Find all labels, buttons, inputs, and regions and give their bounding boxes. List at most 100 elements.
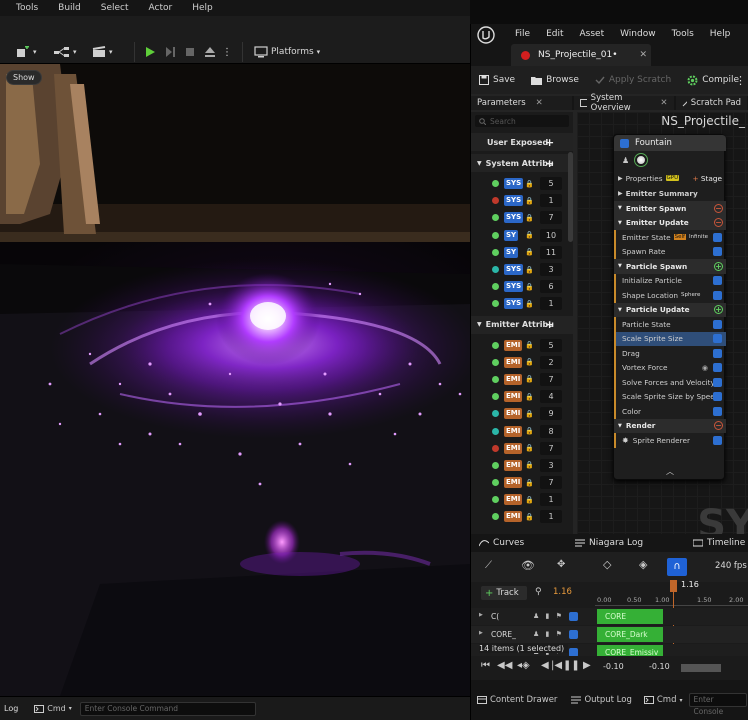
step-button[interactable] [164,43,176,61]
menu-actor[interactable]: Actor [149,3,173,13]
module-enabled-checkbox[interactable] [713,276,722,286]
module-enabled-checkbox[interactable] [713,334,722,344]
emitter-row[interactable]: EMI 🔒 5 [471,337,573,354]
module-enabled-checkbox[interactable] [713,247,722,257]
play-reverse-icon[interactable]: ◀ [541,660,549,671]
play-button[interactable] [144,43,156,61]
track-controls-icon[interactable]: ♟ ▮ ⚑ [533,612,564,620]
fps-selector[interactable]: 240 fps [715,561,747,571]
track-clip[interactable]: CORE [597,609,663,624]
compile-button[interactable]: Compile [687,75,739,86]
module-enabled-checkbox[interactable] [713,319,722,329]
keyframe-icon[interactable]: ◈ [639,558,647,571]
n-menu-asset[interactable]: Asset [580,29,605,39]
expand-icon[interactable]: ▶ [479,630,483,636]
parameters-search[interactable]: Search [475,115,569,127]
user-exposed-section[interactable]: User Exposed + [471,133,573,151]
properties-row[interactable]: ▶ Properties GPU + Stage [614,171,726,186]
blueprint-button[interactable]: ▾ [54,43,77,61]
level-viewport[interactable]: Show [0,64,470,696]
module-enabled-checkbox[interactable] [713,348,722,358]
close-icon[interactable]: ✕ [536,98,543,108]
stack-stage-header[interactable]: ▼ Particle Update + [614,302,726,317]
module-enabled-checkbox[interactable] [713,377,722,387]
system-row[interactable]: SYS 🔒 5 [471,175,573,192]
remove-icon[interactable]: − [714,203,723,213]
collapse-node-icon[interactable]: ︿ [614,463,726,479]
stack-module[interactable]: Emitter State Self Infinite [614,230,726,245]
n-menu-window[interactable]: Window [620,29,656,39]
emitter-row[interactable]: EMI 🔒 8 [471,422,573,439]
n-menu-file[interactable]: File [515,29,530,39]
tab-parameters[interactable]: Parameters ✕ [471,96,573,110]
play-options-button[interactable]: ⋮ [222,43,232,61]
module-enabled-checkbox[interactable] [713,290,722,300]
emitter-row[interactable]: EMI 🔒 7 [471,474,573,491]
menu-tools[interactable]: Tools [16,3,38,13]
remove-icon[interactable]: − [714,421,723,431]
stack-module[interactable]: Scale Sprite Size by Speed [614,389,726,404]
parameters-scrollbar[interactable] [568,152,573,242]
stack-module[interactable]: Color [614,404,726,419]
expand-icon[interactable]: ▶ [479,612,483,618]
n-console-input[interactable]: Enter Console [688,693,747,716]
system-row[interactable]: SYS 🔒 3 [471,261,573,278]
cmd-button[interactable]: Cmd ▾ [34,704,72,713]
track-controls-icon[interactable]: ♟ ▮ ⚑ [533,630,564,638]
add-stage-button[interactable]: + Stage [692,174,722,183]
system-row[interactable]: SYS 🔒 1 [471,192,573,209]
n-cmd-button[interactable]: Cmd ▾ [643,695,683,705]
system-overview-graph[interactable]: NS_Projectile_ SY Fountain ♟ ▶ Propertie… [577,112,748,558]
menu-select[interactable]: Select [101,3,129,13]
module-enabled-checkbox[interactable] [713,363,722,373]
track-enabled-checkbox[interactable] [569,630,578,639]
current-time[interactable]: 1.16 [553,587,572,597]
emitter-row[interactable]: EMI 🔒 1 [471,491,573,508]
sequencer-track[interactable]: ▶ C(♟ ▮ ⚑ CORE [471,608,748,625]
emitter-enabled-checkbox[interactable] [620,138,629,148]
tab-system-overview[interactable]: System Overview ✕ [574,93,674,113]
range-end[interactable]: -0.10 [649,662,670,671]
add-system-param-icon[interactable]: + [545,157,554,170]
emitter-node[interactable]: Fountain ♟ ▶ Properties GPU + Stage ▶ Em… [613,134,726,480]
add-emitter-param-icon[interactable]: + [545,318,554,331]
stack-module[interactable]: Particle State [614,317,726,332]
emitter-row[interactable]: EMI 🔒 4 [471,388,573,405]
stack-module[interactable]: Spawn Rate [614,244,726,259]
browse-button[interactable]: Browse [531,75,579,85]
add-module-icon[interactable]: + [714,305,723,315]
key-icon[interactable]: ◇ [603,558,611,571]
cinematics-button[interactable]: ▾ [92,43,113,61]
n-menu-help[interactable]: Help [710,29,731,39]
track-enabled-checkbox[interactable] [569,612,578,621]
stack-module-selected[interactable]: Scale Sprite Size [614,331,726,346]
stack-module[interactable]: ✸ Sprite Renderer [614,433,726,448]
emitter-row[interactable]: EMI 🔒 7 [471,440,573,457]
module-enabled-checkbox[interactable] [713,435,722,445]
tab-niagara-log[interactable]: Niagara Log [575,538,693,548]
apply-scratch-button[interactable]: Apply Scratch [595,75,671,85]
stack-module[interactable]: Initialize Particle [614,273,726,288]
to-start-icon[interactable]: ⏮ [481,660,490,671]
log-button[interactable]: Log [4,704,18,713]
play-forward-icon[interactable]: ▶ [583,660,591,671]
pause-icon[interactable]: ❚❚ [563,660,580,671]
module-enabled-checkbox[interactable] [713,232,722,242]
add-actor-button[interactable]: ▾ [16,43,37,61]
asset-tab[interactable]: NS_Projectile_01• ✕ [511,44,651,66]
stack-module[interactable]: Vortex Force ◉ [614,360,726,375]
remove-icon[interactable]: − [714,218,723,228]
emitter-row[interactable]: EMI 🔒 9 [471,405,573,422]
n-menu-tools[interactable]: Tools [672,29,694,39]
system-row[interactable]: SYS 🔒 6 [471,278,573,295]
menu-help[interactable]: Help [192,3,213,13]
snap-icon[interactable]: ✥ [557,559,565,570]
system-attributes-section[interactable]: ▼ System Attribu + [471,154,573,172]
menu-build[interactable]: Build [58,3,81,13]
system-row[interactable]: SYS 🔒 1 [471,295,573,312]
stack-module[interactable]: Shape Location Sphere [614,288,726,303]
stop-button[interactable] [184,43,196,61]
stack-stage-header[interactable]: ▼ Emitter Spawn − [614,201,726,216]
emitter-row[interactable]: EMI 🔒 3 [471,457,573,474]
magnet-snap-toggle[interactable]: ∩ [667,558,687,576]
